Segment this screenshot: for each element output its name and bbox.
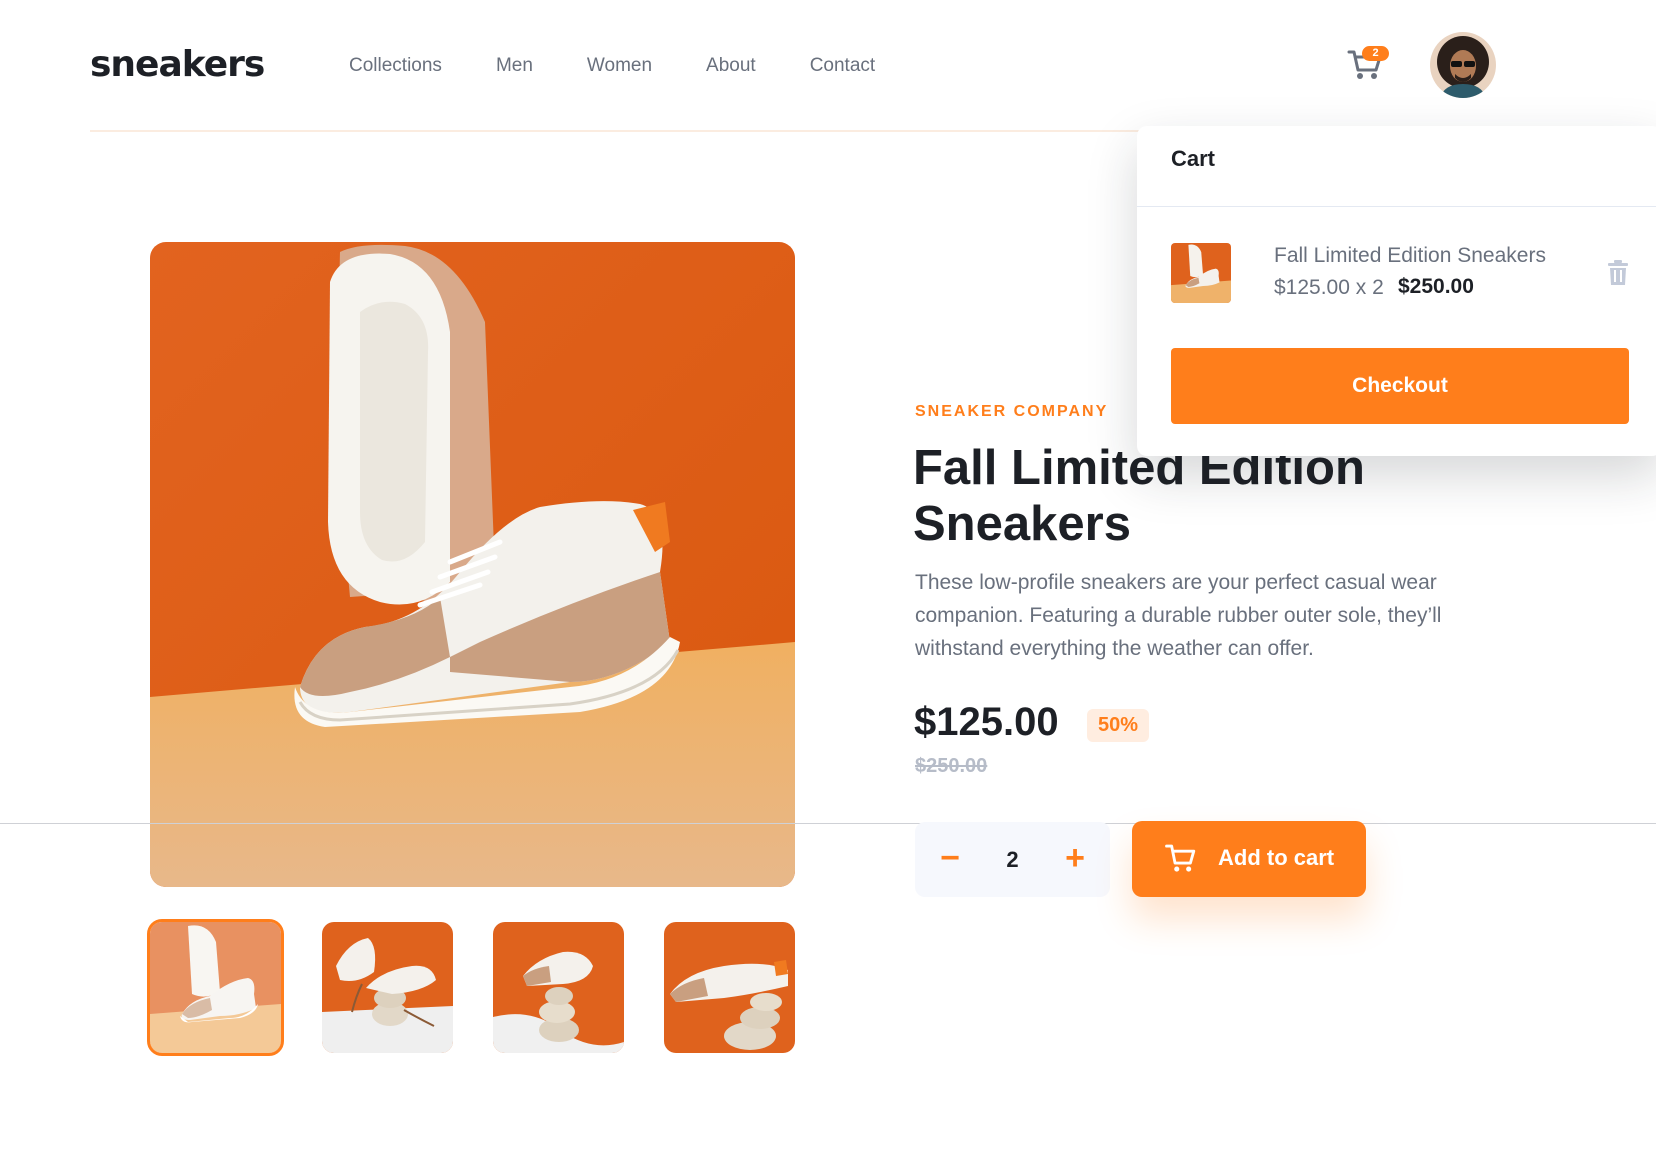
current-price: $125.00 [914, 700, 1059, 744]
quantity-stepper: − 2 + [915, 822, 1110, 897]
product-description: These low-profile sneakers are your perf… [915, 571, 1442, 660]
nav-men[interactable]: Men [496, 55, 533, 77]
cart-item-total: $250.00 [1398, 275, 1474, 298]
cart-item-calc: $125.00 x 2 [1274, 276, 1384, 299]
add-to-cart-button[interactable]: Add to cart [1132, 821, 1366, 897]
original-price: $250.00 [915, 755, 988, 777]
cart-count-badge: 2 [1362, 46, 1389, 61]
nav-women[interactable]: Women [587, 55, 652, 77]
nav-about[interactable]: About [706, 55, 756, 77]
thumbnail-1[interactable] [147, 919, 284, 1056]
horizontal-guide-line [0, 823, 1656, 824]
user-avatar[interactable] [1430, 32, 1496, 98]
nav-collections[interactable]: Collections [349, 55, 442, 77]
main-nav: Collections Men Women About Contact [349, 55, 929, 77]
thumbnail-4[interactable] [664, 922, 795, 1053]
brand-logo[interactable]: sneakers [90, 44, 265, 85]
quantity-decrease-button[interactable]: − [920, 822, 980, 897]
cart-item-name: Fall Limited Edition Sneakers [1274, 244, 1546, 267]
cart-title: Cart [1171, 146, 1216, 171]
quantity-value: 2 [1006, 847, 1019, 872]
company-label: SNEAKER COMPANY [915, 403, 1109, 420]
cart-icon [1164, 841, 1198, 875]
delete-icon[interactable] [1606, 260, 1630, 286]
quantity-increase-button[interactable]: + [1045, 822, 1105, 897]
discount-badge: 50% [1087, 709, 1150, 742]
checkout-button[interactable]: Checkout [1171, 348, 1629, 424]
thumbnail-2[interactable] [322, 922, 453, 1053]
product-title: Fall Limited Edition Sneakers [913, 441, 1365, 551]
cart-divider [1137, 206, 1656, 207]
thumbnail-list [147, 919, 795, 1056]
thumbnail-3[interactable] [493, 922, 624, 1053]
cart-item-thumbnail [1171, 243, 1231, 303]
nav-contact[interactable]: Contact [810, 55, 875, 77]
add-to-cart-label: Add to cart [1218, 845, 1335, 870]
product-main-image[interactable] [150, 242, 795, 887]
cart-popover: Cart Fall Limited Edition Sneakers $125.… [1137, 126, 1656, 456]
